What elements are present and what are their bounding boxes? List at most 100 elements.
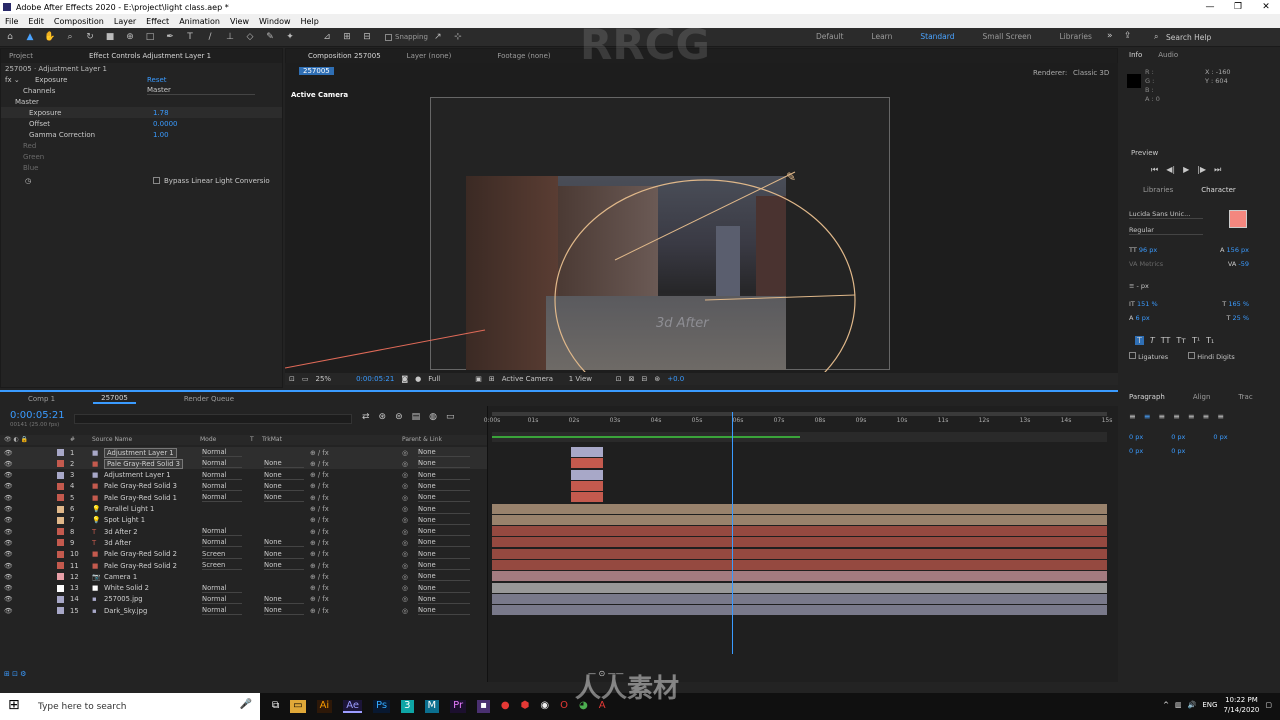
- file-explorer-icon[interactable]: ▭: [290, 700, 306, 713]
- layer-row[interactable]: 👁 6 💡 Parallel Light 1 ⊕ / fx ◎ None: [0, 504, 487, 515]
- label-swatch[interactable]: [57, 449, 64, 456]
- channels-dropdown[interactable]: Master: [147, 86, 255, 95]
- layer-duration-bar[interactable]: [492, 514, 1107, 525]
- layer-name[interactable]: Pale Gray-Red Solid 3: [104, 482, 177, 490]
- resolution-dropdown[interactable]: Full: [428, 375, 468, 383]
- eye-icon[interactable]: 👁: [4, 539, 13, 547]
- tab-composition[interactable]: Composition 257005: [300, 52, 389, 60]
- parent-dropdown[interactable]: None: [418, 595, 470, 604]
- region-icon[interactable]: ▭: [302, 375, 309, 383]
- layer-duration-bar[interactable]: [570, 458, 603, 469]
- selection-tool-icon[interactable]: ▲: [23, 31, 37, 43]
- parent-dropdown[interactable]: None: [418, 550, 470, 559]
- mode-dropdown[interactable]: Normal: [202, 606, 242, 616]
- parent-pickwhip-icon[interactable]: ◎: [402, 562, 408, 570]
- parent-dropdown[interactable]: None: [418, 471, 470, 480]
- parent-dropdown[interactable]: None: [418, 572, 470, 582]
- tab-libraries[interactable]: Libraries: [1143, 186, 1173, 194]
- switches[interactable]: ⊕ / fx: [310, 595, 329, 603]
- graph-editor-icon[interactable]: ▭: [446, 412, 455, 422]
- layer-name[interactable]: Pale Gray-Red Solid 3: [104, 458, 183, 469]
- prev-frame-icon[interactable]: ◀|: [1166, 165, 1175, 175]
- parent-dropdown[interactable]: None: [418, 505, 470, 514]
- time-ruler[interactable]: 0:00s 01s 02s 03s 04s 05s 06s 07s 08s 09s 10s 11s 12…: [484, 417, 1113, 431]
- menu-edit[interactable]: Edit: [23, 17, 49, 26]
- faux-bold-button[interactable]: T: [1135, 336, 1144, 345]
- layer-row[interactable]: 👁 5 ■ Pale Gray-Red Solid 1 Normal None ⊕ / fx…: [0, 492, 487, 503]
- font-size[interactable]: 96 px: [1139, 246, 1157, 254]
- justify-all-icon[interactable]: ≡: [1217, 412, 1224, 421]
- label-swatch[interactable]: [57, 562, 64, 569]
- clone-stamp-icon[interactable]: ⊥: [223, 31, 237, 43]
- after-effects-icon[interactable]: Ae: [343, 700, 363, 713]
- layer-row[interactable]: 👁 15 ▪ Dark_Sky.jpg Normal None ⊕ / fx ◎ None: [0, 605, 487, 616]
- mode-dropdown[interactable]: Screen: [202, 561, 242, 570]
- parent-pickwhip-icon[interactable]: ◎: [402, 539, 408, 547]
- mode-dropdown[interactable]: Normal: [202, 471, 242, 480]
- work-area-bar[interactable]: [492, 412, 1107, 416]
- acrobat-icon[interactable]: A: [599, 700, 606, 713]
- parent-dropdown[interactable]: None: [418, 448, 470, 457]
- layer-name[interactable]: Pale Gray-Red Solid 1: [104, 494, 177, 502]
- parent-pickwhip-icon[interactable]: ◎: [402, 505, 408, 513]
- switches[interactable]: ⊕ / fx: [310, 562, 329, 570]
- zoom-slider[interactable]: — ⊙ ——: [588, 669, 624, 678]
- align-left-icon[interactable]: ≡: [1129, 412, 1136, 421]
- layer-row[interactable]: 👁 2 ■ Pale Gray-Red Solid 3 Normal None ⊕ / fx…: [0, 458, 487, 470]
- camera-tool-icon[interactable]: ■: [103, 31, 117, 43]
- switches[interactable]: ⊕ / fx: [310, 584, 329, 592]
- kerning[interactable]: Metrics: [1140, 260, 1164, 268]
- mode-dropdown[interactable]: Normal: [202, 493, 242, 503]
- clock[interactable]: 10:22 PM 7/14/2020: [1223, 695, 1259, 715]
- label-swatch[interactable]: [57, 607, 64, 615]
- layer-row[interactable]: 👁 9 T 3d After Normal None ⊕ / fx ◎ None: [0, 537, 487, 548]
- justify-center-icon[interactable]: ≡: [1188, 412, 1195, 421]
- renderer-value[interactable]: Classic 3D: [1073, 69, 1109, 77]
- timeline-timecode[interactable]: 0:00:05:21: [10, 410, 65, 421]
- obs-icon[interactable]: ◉: [540, 700, 549, 713]
- layer-name[interactable]: Pale Gray-Red Solid 2: [104, 562, 177, 570]
- stroke-width[interactable]: - px: [1137, 282, 1149, 290]
- layer-row[interactable]: 👁 13 ■ White Solid 2 Normal ⊕ / fx ◎ None: [0, 583, 487, 594]
- reset-link[interactable]: Reset: [147, 76, 167, 84]
- layer-duration-bar[interactable]: [492, 560, 1107, 570]
- fill-color-swatch[interactable]: [1229, 210, 1247, 228]
- small-caps-button[interactable]: Tт: [1176, 336, 1186, 345]
- layer-search-input[interactable]: [74, 414, 352, 424]
- draft-3d-icon[interactable]: ⊛: [379, 412, 387, 422]
- eye-icon[interactable]: 👁: [4, 528, 13, 536]
- switches[interactable]: ⊕ / fx: [310, 505, 329, 513]
- layer-name[interactable]: Dark_Sky.jpg: [104, 607, 147, 615]
- parent-pickwhip-icon[interactable]: ◎: [402, 482, 408, 490]
- parent-pickwhip-icon[interactable]: ◎: [402, 550, 408, 558]
- layer-duration-bar[interactable]: [570, 480, 603, 491]
- layer-duration-bar[interactable]: [492, 526, 1107, 537]
- comp-breadcrumb[interactable]: 257005: [299, 67, 334, 75]
- channel-red[interactable]: Red: [1, 140, 282, 151]
- leading[interactable]: 156 px: [1227, 246, 1249, 254]
- horizontal-scale[interactable]: 165 %: [1228, 300, 1249, 308]
- comp-mini-flowchart-icon[interactable]: ⇄: [362, 412, 370, 422]
- eye-icon[interactable]: 👁: [4, 471, 13, 479]
- grid-icon[interactable]: ⊞: [489, 375, 495, 383]
- layer-name[interactable]: 3d After: [104, 539, 131, 547]
- parent-dropdown[interactable]: None: [418, 584, 470, 593]
- rotate-tool-icon[interactable]: ↻: [83, 31, 97, 43]
- illustrator-icon[interactable]: Ai: [316, 700, 333, 713]
- label-swatch[interactable]: [57, 550, 64, 558]
- font-dropdown[interactable]: Lucida Sans Unic...: [1129, 210, 1203, 219]
- puppet-tool-icon[interactable]: ✦: [283, 31, 297, 43]
- pan-behind-tool-icon[interactable]: ⊕: [123, 31, 137, 43]
- ligatures-checkbox[interactable]: [1129, 352, 1136, 359]
- layer-name[interactable]: Camera 1: [104, 573, 137, 581]
- switches[interactable]: ⊕ / fx: [310, 539, 329, 547]
- layer-duration-bar[interactable]: [492, 548, 1107, 559]
- parent-pickwhip-icon[interactable]: ◎: [402, 494, 408, 502]
- opera-icon[interactable]: ●: [501, 700, 510, 713]
- menu-view[interactable]: View: [225, 17, 254, 26]
- justify-right-icon[interactable]: ≡: [1203, 412, 1210, 421]
- layer-duration-bar[interactable]: [492, 503, 1107, 514]
- exposure-value[interactable]: +0.0: [667, 375, 684, 383]
- switches[interactable]: ⊕ / fx: [310, 607, 329, 615]
- flowchart-icon[interactable]: ⊟: [641, 375, 647, 383]
